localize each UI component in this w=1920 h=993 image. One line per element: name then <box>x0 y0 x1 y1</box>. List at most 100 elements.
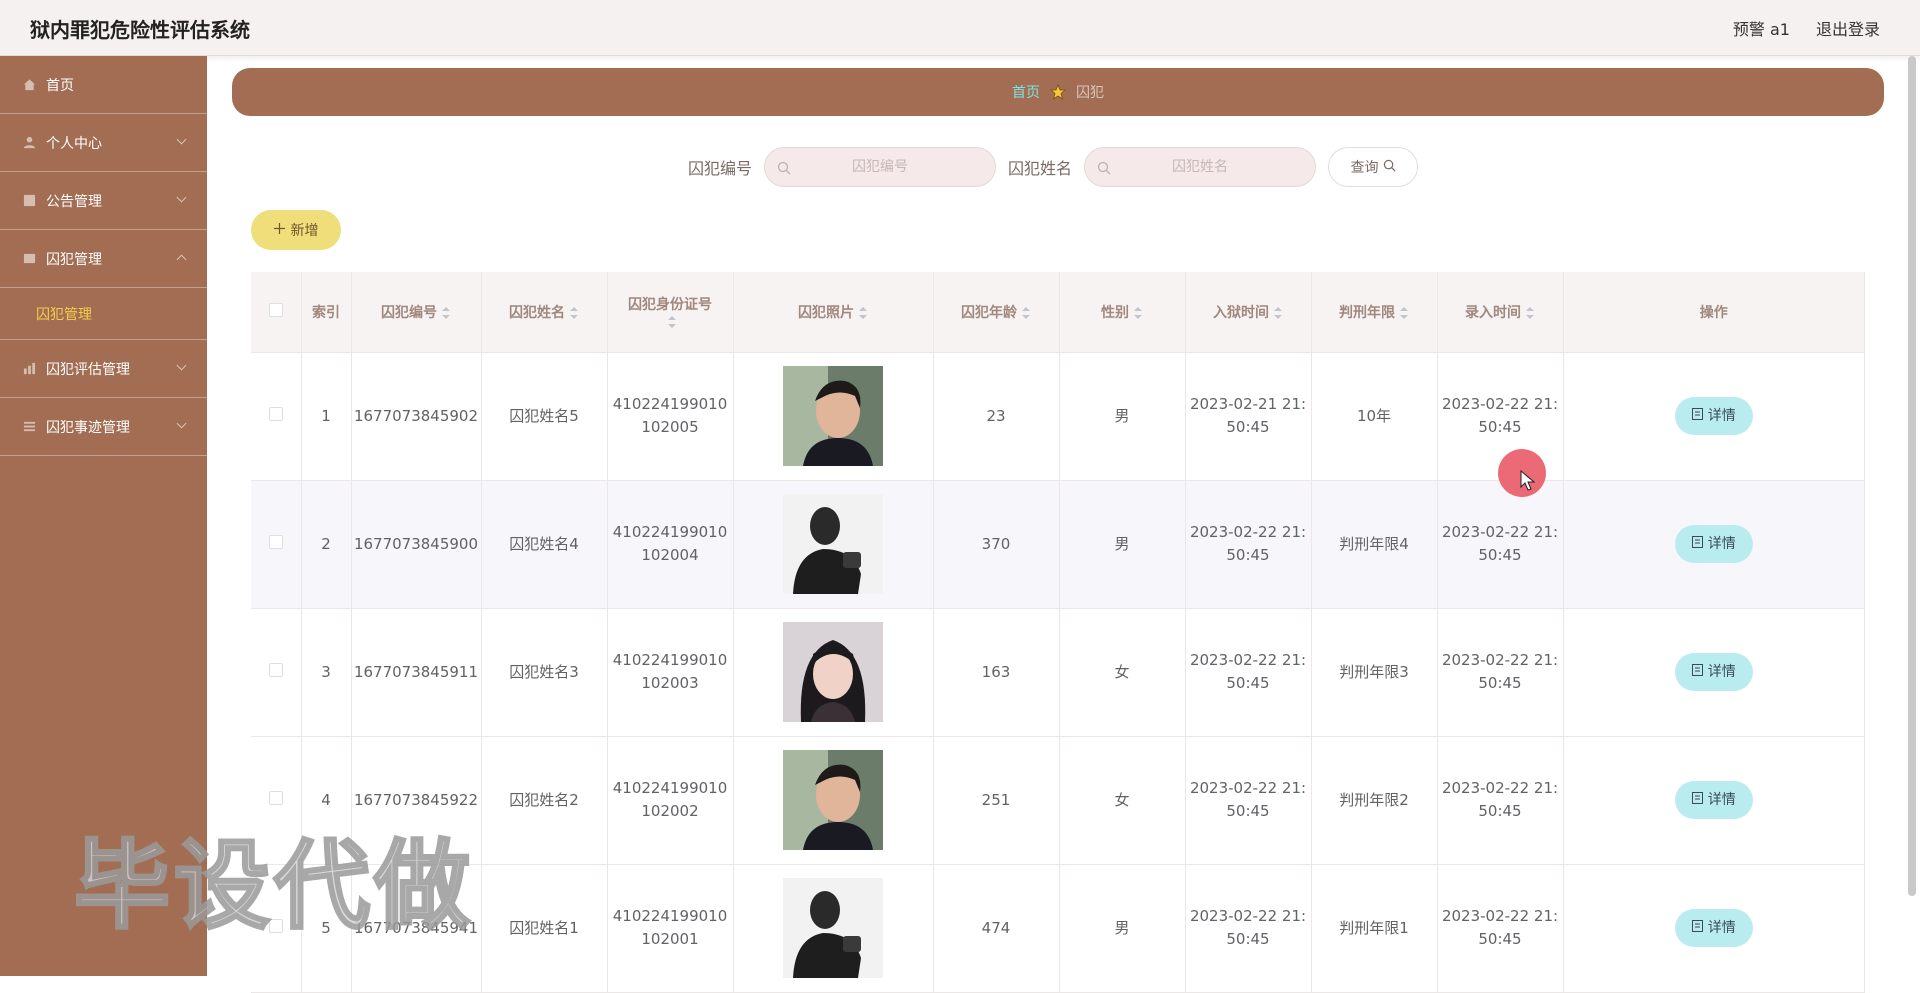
document-icon <box>1691 661 1703 684</box>
sort-icon[interactable] <box>1021 306 1031 319</box>
cell-term: 10年 <box>1311 352 1438 481</box>
cell-index: 1 <box>301 352 352 481</box>
row-select-cell <box>251 608 302 737</box>
cell-name: 囚犯姓名4 <box>481 480 608 609</box>
table-row: 5 1677073845941 囚犯姓名1 410224199010 102001… <box>251 864 1865 993</box>
man-smiling-photo[interactable] <box>783 750 883 850</box>
sidebar-item-prisoner[interactable]: 囚犯管理 <box>0 230 207 288</box>
chevron-down-icon <box>176 418 187 429</box>
cell-index: 3 <box>301 608 352 737</box>
cell-jail-time: 2023-02-22 21: 50:45 <box>1185 608 1312 737</box>
table-row: 3 1677073845911 囚犯姓名3 410224199010 102003… <box>251 608 1865 737</box>
sidebar-item-profile[interactable]: 个人中心 <box>0 114 207 172</box>
sort-icon[interactable] <box>569 306 579 319</box>
user-menu[interactable]: 预警 a1 <box>1733 16 1790 40</box>
column-header-name[interactable]: 囚犯姓名 <box>481 272 608 353</box>
cell-photo <box>733 864 934 993</box>
row-checkbox[interactable] <box>268 790 283 805</box>
sort-icon[interactable] <box>441 306 451 319</box>
table-header-row: 索引 囚犯编号 囚犯姓名 囚犯身份证号 囚犯照片 囚犯年龄 性别 入狱时间 判刑… <box>251 272 1865 353</box>
column-header-id-card[interactable]: 囚犯身份证号 <box>607 272 734 353</box>
column-header-age[interactable]: 囚犯年龄 <box>933 272 1060 353</box>
document-icon <box>1691 405 1703 428</box>
sidebar-item-home[interactable]: 首页 <box>0 56 207 114</box>
add-button-label: 新增 <box>290 223 319 239</box>
woman-portrait-photo[interactable] <box>783 622 883 722</box>
column-header-gender[interactable]: 性别 <box>1059 272 1186 353</box>
man-smiling-photo[interactable] <box>783 366 883 466</box>
cell-entry-time: 2023-02-22 21: 50:45 <box>1437 608 1564 737</box>
sidebar-item-label: 囚犯管理 <box>46 251 102 268</box>
cell-actions: 详情 <box>1563 480 1865 609</box>
cell-name: 囚犯姓名5 <box>481 352 608 481</box>
prisoner-name-label: 囚犯姓名 <box>1008 159 1073 178</box>
sidebar-item-label: 首页 <box>46 77 74 94</box>
cell-gender: 女 <box>1059 736 1186 865</box>
cell-id-card: 410224199010 102002 <box>607 736 734 865</box>
column-header-jail-time[interactable]: 入狱时间 <box>1185 272 1312 353</box>
sort-icon[interactable] <box>667 315 677 328</box>
cell-number: 1677073845911 <box>351 608 482 737</box>
cell-photo <box>733 608 934 737</box>
column-header-number[interactable]: 囚犯编号 <box>351 272 482 353</box>
cell-age: 370 <box>933 480 1060 609</box>
cell-actions: 详情 <box>1563 608 1865 737</box>
detail-button[interactable]: 详情 <box>1674 781 1753 819</box>
sort-icon[interactable] <box>858 306 868 319</box>
sort-icon[interactable] <box>1525 306 1535 319</box>
prisoner-name-input[interactable] <box>1085 148 1316 186</box>
row-checkbox[interactable] <box>268 534 283 549</box>
star-icon <box>1049 83 1067 100</box>
sidebar-item-evaluation[interactable]: 囚犯评估管理 <box>0 340 207 398</box>
cell-term: 判刑年限3 <box>1311 608 1438 737</box>
logout-link[interactable]: 退出登录 <box>1816 16 1880 40</box>
table-row: 1 1677073845902 囚犯姓名5 410224199010 102005… <box>251 352 1865 481</box>
search-icon <box>1097 160 1111 175</box>
prisoner-id-input[interactable] <box>765 148 996 186</box>
plus-icon <box>273 222 285 238</box>
page-scrollbar[interactable] <box>1908 56 1916 896</box>
select-all-checkbox[interactable] <box>268 302 283 317</box>
sort-icon[interactable] <box>1133 306 1143 319</box>
cell-number: 1677073845900 <box>351 480 482 609</box>
man-silhouette-photo[interactable] <box>783 494 883 594</box>
cell-actions: 详情 <box>1563 864 1865 993</box>
column-header-term[interactable]: 判刑年限 <box>1311 272 1438 353</box>
cell-age: 163 <box>933 608 1060 737</box>
prisoner-name-field <box>1084 147 1317 187</box>
detail-button[interactable]: 详情 <box>1674 653 1753 691</box>
sort-icon[interactable] <box>1273 306 1283 319</box>
select-all-cell <box>251 272 302 353</box>
cell-id-card: 410224199010 102001 <box>607 864 734 993</box>
breadcrumb-current: 囚犯 <box>1076 85 1104 101</box>
query-button[interactable]: 查询 <box>1328 147 1419 187</box>
home-icon <box>22 78 36 92</box>
row-checkbox[interactable] <box>268 406 283 421</box>
detail-button[interactable]: 详情 <box>1674 909 1753 947</box>
detail-button[interactable]: 详情 <box>1674 525 1753 563</box>
man-silhouette-photo[interactable] <box>783 878 883 978</box>
sidebar-subitem-prisoner-manage[interactable]: 囚犯管理 <box>0 288 207 340</box>
search-icon <box>777 160 791 175</box>
list-icon <box>22 420 36 434</box>
cell-gender: 男 <box>1059 352 1186 481</box>
sidebar-item-deeds[interactable]: 囚犯事迹管理 <box>0 398 207 456</box>
sidebar-item-label: 囚犯评估管理 <box>46 361 130 378</box>
table-row: 4 1677073845922 囚犯姓名2 410224199010 102002… <box>251 736 1865 865</box>
sidebar-item-notice[interactable]: 公告管理 <box>0 172 207 230</box>
row-checkbox[interactable] <box>268 662 283 677</box>
detail-button[interactable]: 详情 <box>1674 397 1753 435</box>
column-header-photo[interactable]: 囚犯照片 <box>733 272 934 353</box>
sort-icon[interactable] <box>1399 306 1409 319</box>
watermark: 毕设代做 <box>73 829 474 944</box>
add-button[interactable]: 新增 <box>251 210 341 250</box>
folder-icon <box>22 252 36 266</box>
search-icon <box>1383 159 1396 176</box>
breadcrumb-home[interactable]: 首页 <box>1012 82 1040 102</box>
chevron-down-icon <box>176 192 187 203</box>
cell-gender: 男 <box>1059 480 1186 609</box>
column-header-entry-time[interactable]: 录入时间 <box>1437 272 1564 353</box>
app-title: 狱内罪犯危险性评估系统 <box>30 18 250 42</box>
cell-photo <box>733 736 934 865</box>
cell-id-card: 410224199010 102003 <box>607 608 734 737</box>
